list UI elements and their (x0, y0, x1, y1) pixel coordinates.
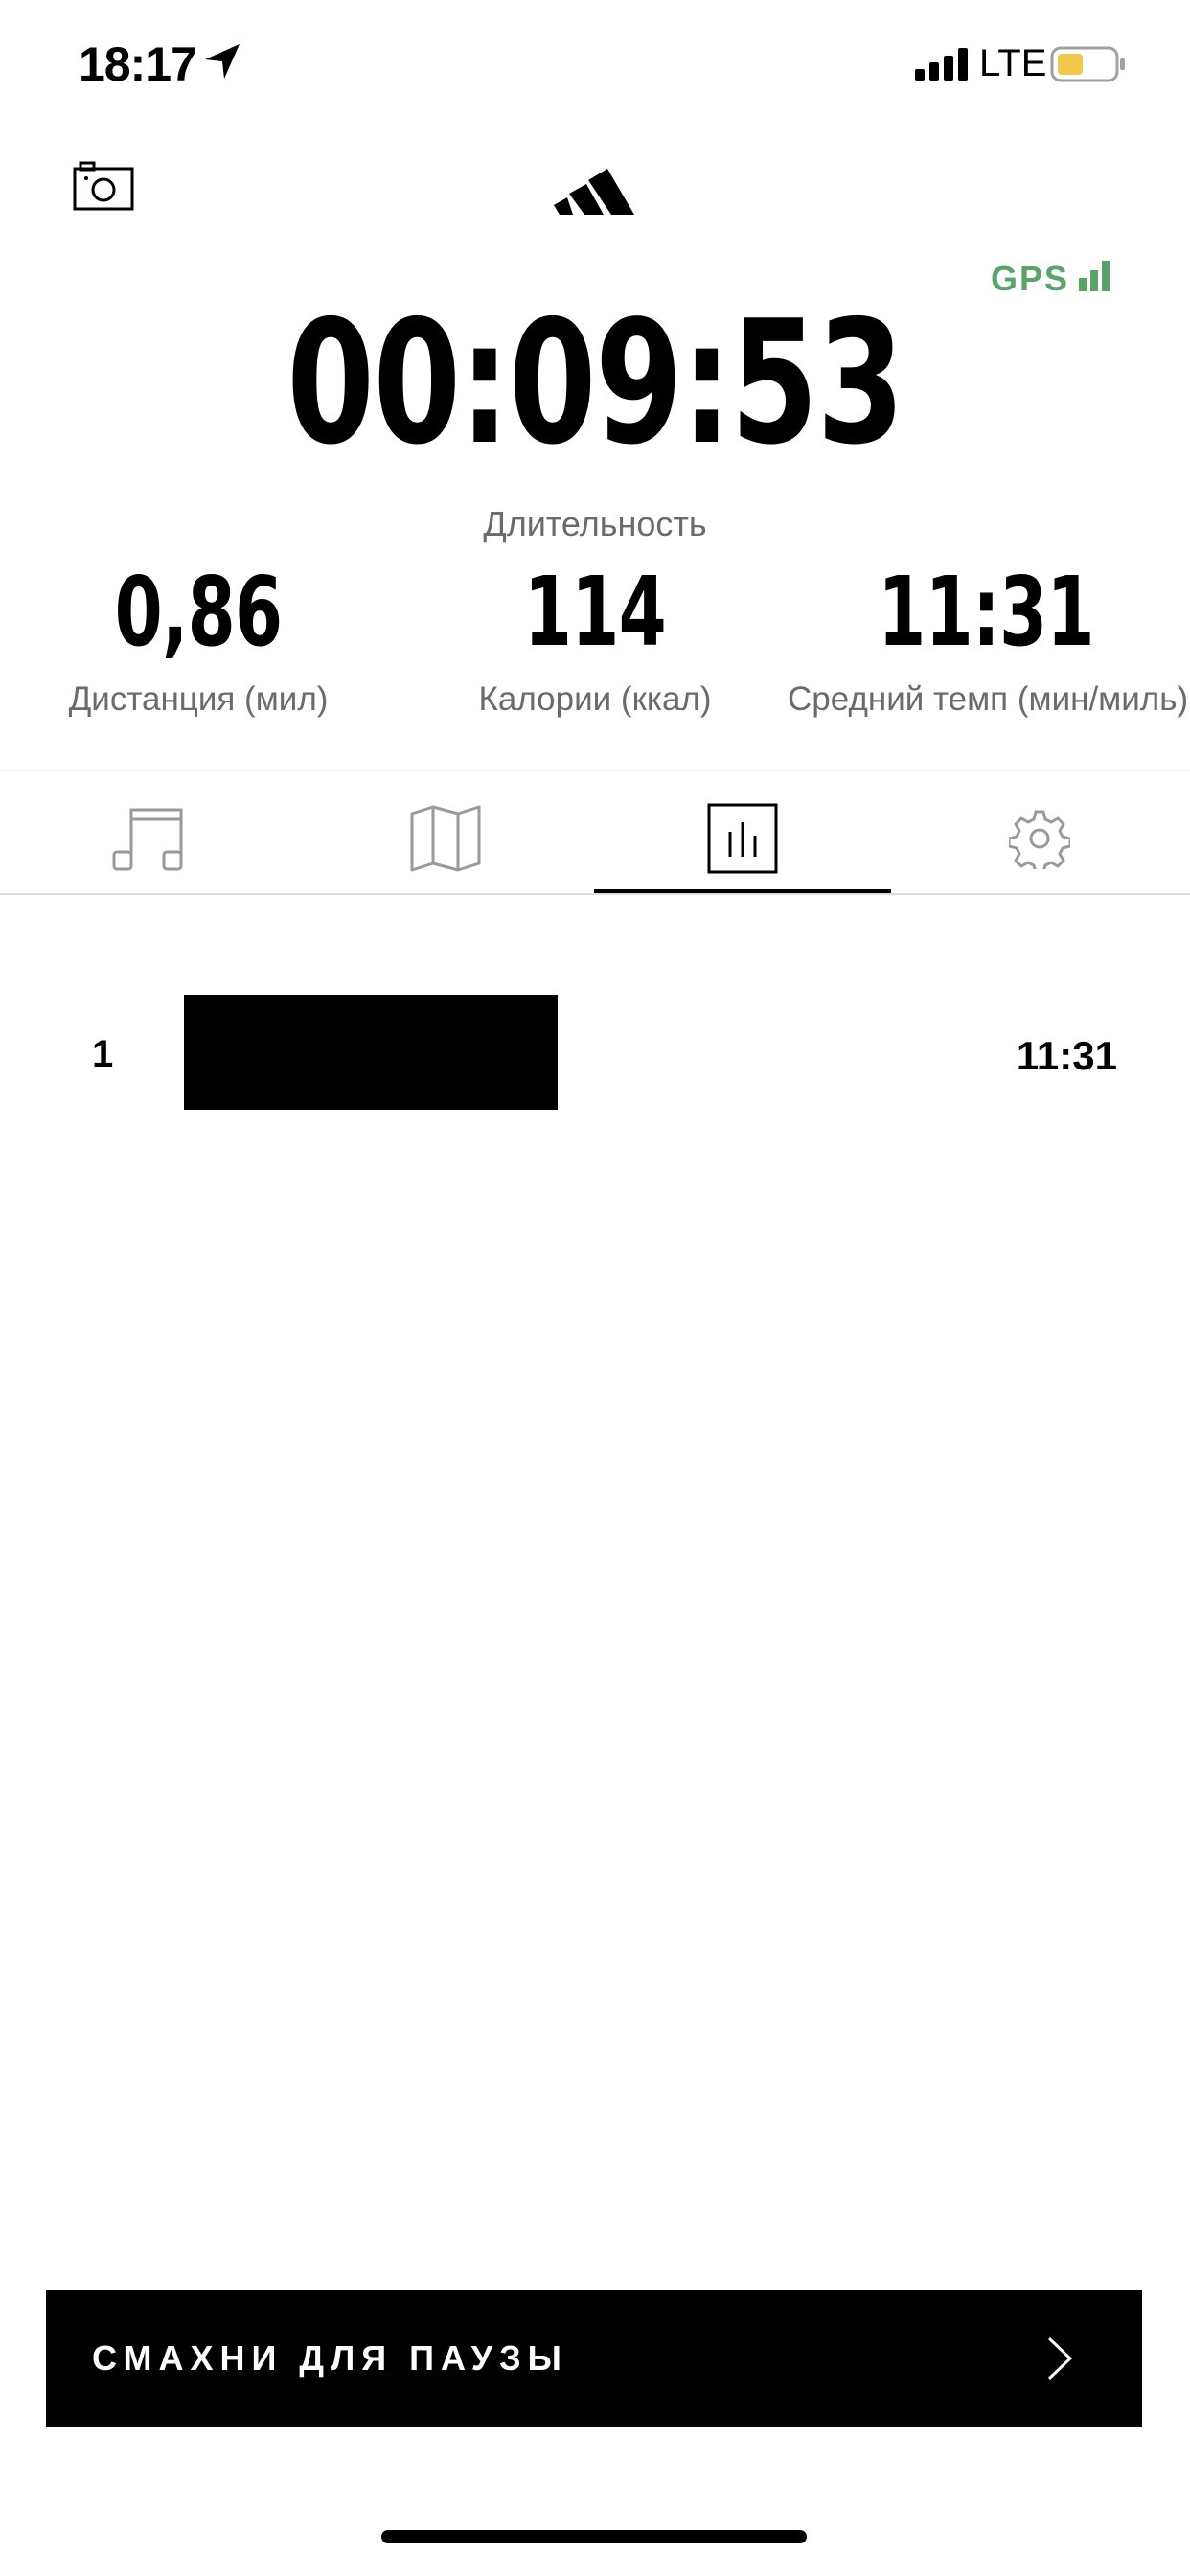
tabs-bottom-divider (0, 893, 1190, 895)
status-time: 18:17 (79, 37, 197, 91)
gps-signal-icon (1079, 261, 1110, 291)
average-pace-label: Средний темп (мин/миль) (788, 680, 1189, 718)
calories-label: Калории (ккал) (478, 680, 712, 718)
tab-music[interactable] (0, 786, 297, 891)
cellular-signal-icon (915, 48, 968, 80)
metric-distance: 0,86 Дистанция (мил) (0, 556, 397, 719)
tab-settings[interactable] (891, 786, 1188, 891)
chevron-right-icon (1047, 2336, 1073, 2380)
gear-icon (1009, 810, 1070, 869)
distance-label: Дистанция (мил) (68, 680, 329, 718)
split-pace: 11:31 (1016, 1033, 1117, 1078)
bar-chart-icon (707, 803, 778, 874)
metric-calories: 114 Калории (ккал) (397, 556, 793, 719)
duration-value: 00:09:53 (286, 284, 904, 482)
split-pace-bar (184, 995, 558, 1110)
calories-value: 114 (523, 556, 667, 668)
map-icon (410, 805, 481, 872)
battery-icon (1050, 46, 1125, 82)
metric-average-pace: 11:31 Средний темп (мин/миль) (788, 556, 1189, 719)
camera-button[interactable] (73, 161, 134, 211)
adidas-logo (554, 169, 634, 215)
distance-value: 0,86 (114, 556, 283, 668)
tab-map[interactable] (297, 786, 594, 891)
duration-label: Длительность (483, 504, 707, 543)
tab-splits[interactable] (594, 786, 891, 891)
location-arrow-icon (205, 44, 240, 79)
swipe-to-pause-slider[interactable]: СМАХНИ ДЛЯ ПАУЗЫ (46, 2290, 1142, 2426)
tabs-top-divider (0, 770, 1190, 771)
split-number: 1 (92, 1033, 114, 1075)
average-pace-value: 11:31 (878, 556, 1094, 668)
network-type-label: LTE (979, 42, 1047, 84)
home-indicator[interactable] (381, 2530, 807, 2543)
music-icon (112, 808, 183, 871)
swipe-to-pause-label: СМАХНИ ДЛЯ ПАУЗЫ (92, 2338, 568, 2378)
